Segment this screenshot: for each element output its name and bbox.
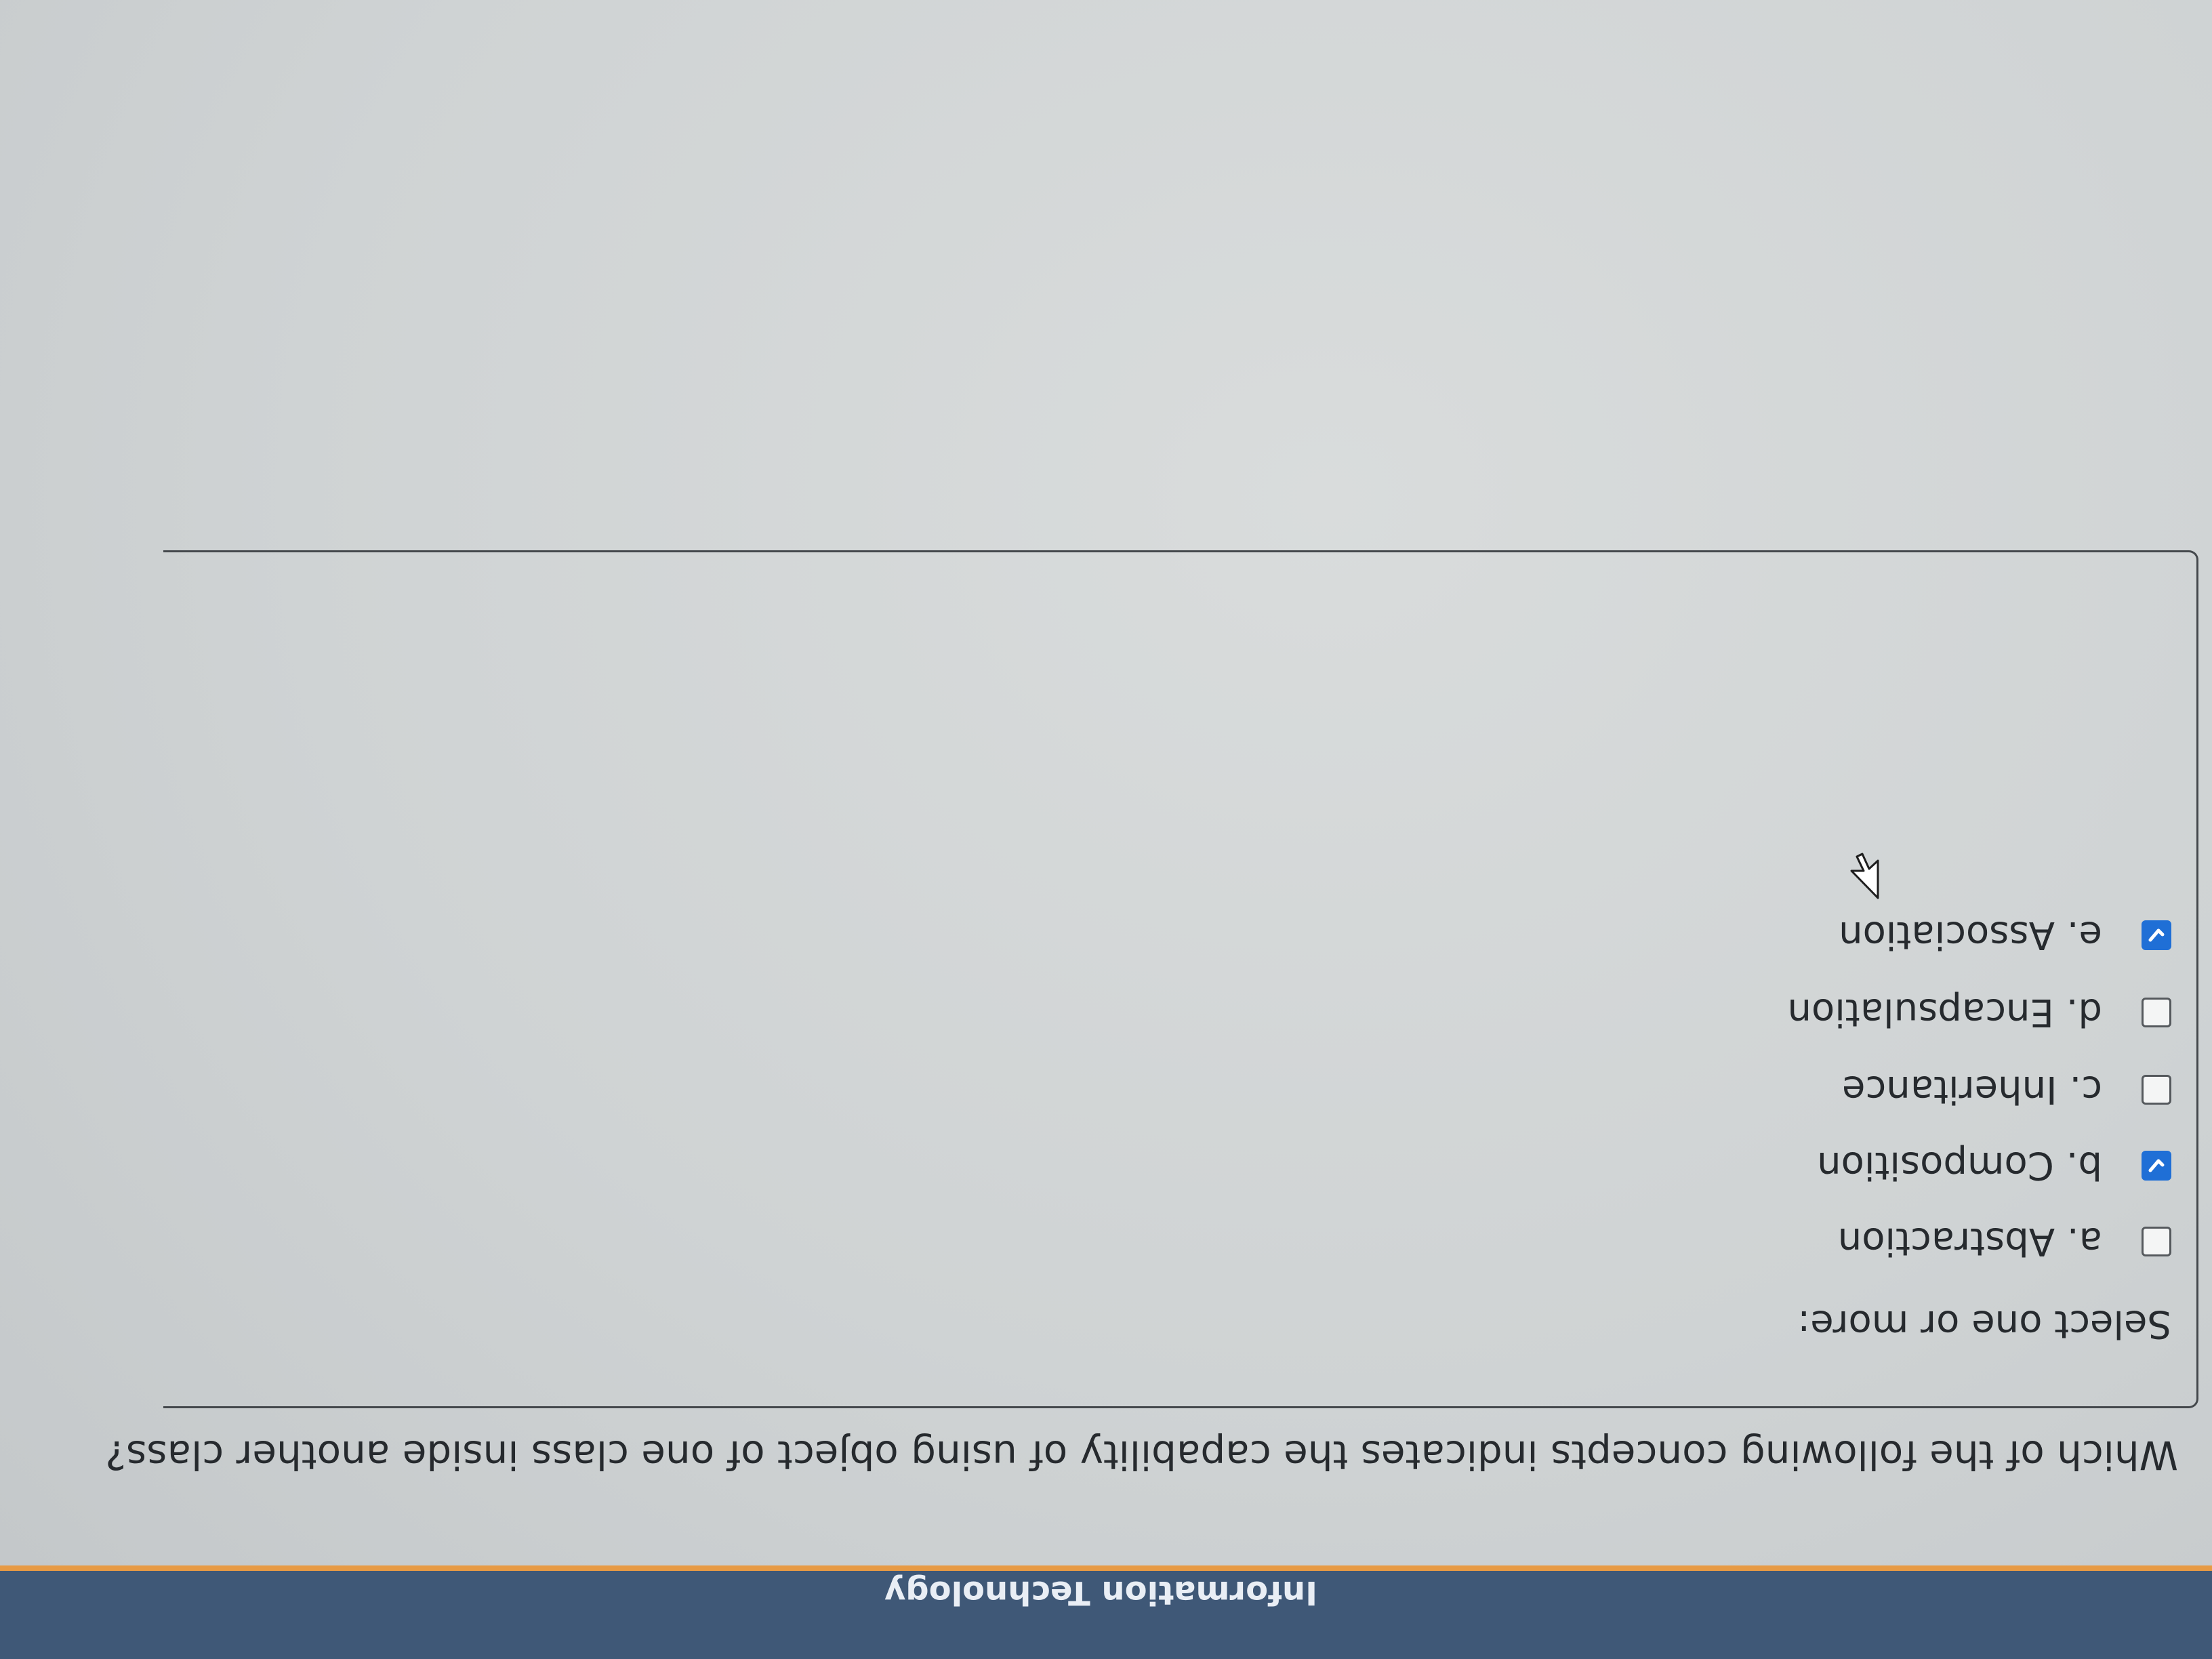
option-e-checkbox[interactable] bbox=[2142, 920, 2171, 950]
question-text: Which of the following concepts indicate… bbox=[105, 1432, 2178, 1478]
check-icon bbox=[2148, 928, 2165, 942]
option-d-label[interactable]: d. Encapsulation bbox=[1788, 991, 2103, 1035]
select-prompt: Select one or more: bbox=[1797, 1302, 2171, 1346]
option-e-label[interactable]: e. Association bbox=[1839, 914, 2102, 958]
option-b-checkbox[interactable] bbox=[2142, 1151, 2171, 1181]
mouse-pointer-icon bbox=[1850, 853, 1879, 899]
option-a-label[interactable]: a. Abstraction bbox=[1838, 1220, 2102, 1264]
option-c[interactable]: c. Inheritance bbox=[1842, 1063, 2171, 1117]
moodle-quiz-page: Information Technology Which of the foll… bbox=[0, 0, 2212, 1659]
answer-box bbox=[163, 550, 2198, 1408]
site-header: Information Technology bbox=[0, 1565, 2212, 1659]
option-b-label[interactable]: b. Composition bbox=[1817, 1144, 2102, 1188]
option-a-checkbox[interactable] bbox=[2142, 1227, 2171, 1256]
option-c-label[interactable]: c. Inheritance bbox=[1842, 1068, 2102, 1112]
option-e[interactable]: e. Association bbox=[1839, 908, 2171, 962]
option-d-checkbox[interactable] bbox=[2142, 998, 2171, 1027]
site-title: Information Technology bbox=[884, 1574, 1317, 1612]
option-b[interactable]: b. Composition bbox=[1817, 1139, 2171, 1193]
option-c-checkbox[interactable] bbox=[2142, 1075, 2171, 1105]
option-d[interactable]: d. Encapsulation bbox=[1788, 985, 2171, 1040]
option-a[interactable]: a. Abstraction bbox=[1838, 1214, 2171, 1269]
check-icon bbox=[2148, 1159, 2165, 1172]
